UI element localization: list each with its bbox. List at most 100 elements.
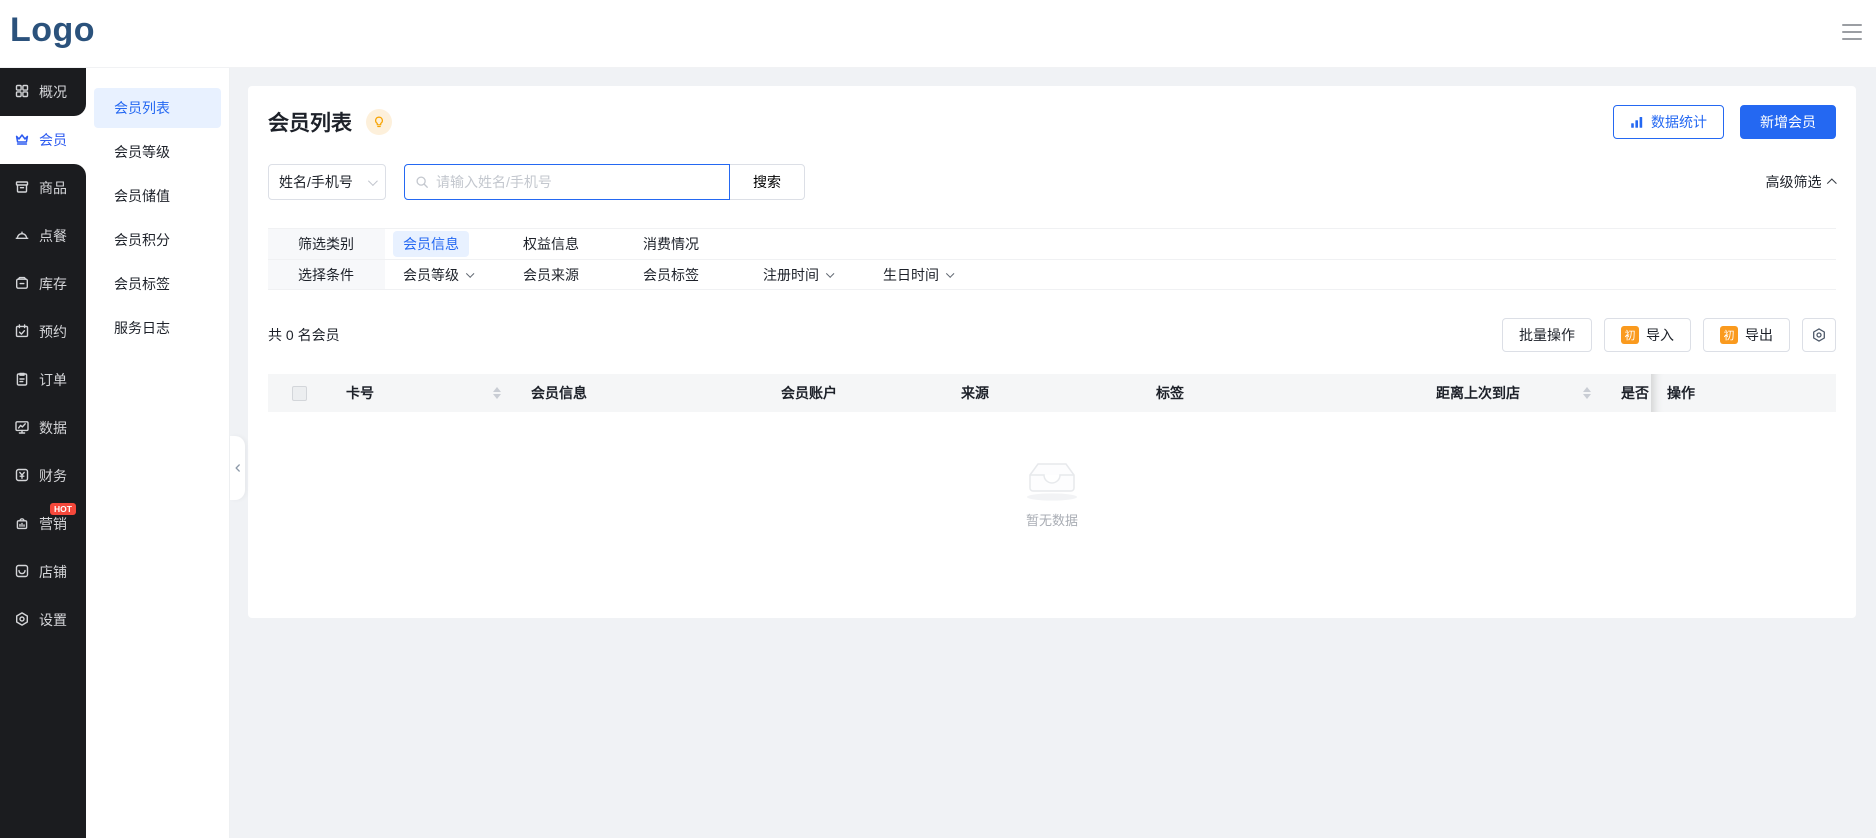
search-input-wrapper	[404, 164, 730, 200]
export-label: 导出	[1745, 325, 1773, 345]
column-truncated: 是否	[1605, 374, 1651, 412]
marketing-icon	[14, 515, 30, 534]
export-button[interactable]: 初 导出	[1703, 318, 1790, 352]
sidebar-item-members[interactable]: 会员	[0, 116, 86, 164]
sidebar-item-inventory[interactable]: 库存	[0, 260, 86, 308]
filter-panel: 筛选类别 会员信息 权益信息 消费情况 选择条件 会员等级 会员来源 会员标签 …	[268, 228, 1836, 290]
condition-member-level[interactable]: 会员等级	[403, 265, 523, 285]
condition-label: 注册时间	[763, 265, 819, 285]
chevron-down-icon	[946, 269, 954, 277]
column-label: 会员信息	[531, 383, 587, 403]
member-count: 共 0 名会员	[268, 325, 340, 345]
chevron-down-icon	[826, 269, 834, 277]
search-icon	[415, 175, 429, 189]
help-lightbulb-icon[interactable]	[366, 109, 392, 135]
sidebar-item-label: 预约	[39, 322, 67, 342]
sidebar-collapse-handle[interactable]	[230, 436, 245, 500]
column-card-number[interactable]: 卡号	[330, 374, 515, 412]
goods-icon	[14, 179, 30, 198]
batch-operation-button[interactable]: 批量操作	[1502, 318, 1592, 352]
shop-icon	[14, 563, 30, 582]
sidebar-item-label: 财务	[39, 466, 67, 486]
sidebar-item-label: 店铺	[39, 562, 67, 582]
condition-member-tag[interactable]: 会员标签	[643, 265, 763, 285]
column-member-info: 会员信息	[515, 374, 765, 412]
stats-button-label: 数据统计	[1651, 112, 1707, 132]
filter-condition-label: 选择条件	[268, 260, 385, 289]
filter-tab-member-info[interactable]: 会员信息	[403, 231, 523, 257]
chevron-down-icon	[466, 269, 474, 277]
data-statistics-button[interactable]: 数据统计	[1613, 105, 1724, 139]
filter-tab-consumption[interactable]: 消费情况	[643, 234, 763, 254]
submenu-member-list[interactable]: 会员列表	[94, 88, 221, 128]
sort-icon[interactable]	[493, 387, 501, 400]
empty-box-icon	[1021, 458, 1083, 502]
sidebar-item-label: 数据	[39, 418, 67, 438]
condition-label: 会员来源	[523, 265, 579, 285]
calendar-icon	[14, 323, 30, 342]
sidebar-item-goods[interactable]: 商品	[0, 164, 86, 212]
sidebar-item-settings[interactable]: 设置	[0, 596, 86, 644]
select-all-checkbox[interactable]	[292, 386, 307, 401]
sidebar-item-label: 库存	[39, 274, 67, 294]
submenu-member-tags[interactable]: 会员标签	[94, 264, 221, 304]
column-last-visit[interactable]: 距离上次到店	[1420, 374, 1605, 412]
filter-category-label: 筛选类别	[268, 229, 385, 259]
add-member-label: 新增会员	[1760, 112, 1816, 132]
column-label: 距离上次到店	[1436, 383, 1520, 403]
hot-badge: HOT	[50, 503, 76, 515]
condition-member-source[interactable]: 会员来源	[523, 265, 643, 285]
import-button[interactable]: 初 导入	[1604, 318, 1691, 352]
sidebar-item-ordering[interactable]: 点餐	[0, 212, 86, 260]
sidebar-item-overview[interactable]: 概况	[0, 68, 86, 116]
sidebar-item-label: 设置	[39, 610, 67, 630]
primary-sidebar: 概况 会员 商品 点餐 库存 预约	[0, 68, 86, 838]
sidebar-item-label: 商品	[39, 178, 67, 198]
sort-icon[interactable]	[1583, 387, 1591, 400]
filter-tab-label: 会员信息	[393, 231, 469, 257]
batch-label: 批量操作	[1519, 325, 1575, 345]
app-header: Logo	[0, 0, 1876, 68]
sidebar-item-marketing[interactable]: 营销 HOT	[0, 500, 86, 548]
new-feature-badge: 初	[1621, 326, 1639, 344]
main-area: 会员列表 数据统计 新增会员 姓名/手机号	[230, 68, 1876, 838]
import-label: 导入	[1646, 325, 1674, 345]
submenu-member-stored-value[interactable]: 会员储值	[94, 176, 221, 216]
dashboard-icon	[14, 83, 30, 102]
advanced-filter-toggle[interactable]: 高级筛选	[1766, 172, 1837, 192]
sidebar-item-orders[interactable]: 订单	[0, 356, 86, 404]
new-feature-badge: 初	[1720, 326, 1738, 344]
sidebar-item-label: 概况	[39, 82, 67, 102]
finance-icon	[14, 467, 30, 486]
search-button[interactable]: 搜索	[729, 164, 805, 200]
submenu-service-log[interactable]: 服务日志	[94, 308, 221, 348]
sidebar-item-label: 订单	[39, 370, 67, 390]
empty-state: 暂无数据	[268, 458, 1836, 529]
column-label: 来源	[961, 383, 989, 403]
submenu-member-level[interactable]: 会员等级	[94, 132, 221, 172]
sidebar-item-data[interactable]: 数据	[0, 404, 86, 452]
bar-chart-icon	[1630, 115, 1644, 129]
add-member-button[interactable]: 新增会员	[1740, 105, 1836, 139]
search-input[interactable]	[436, 174, 719, 190]
filter-tab-rights-info[interactable]: 权益信息	[523, 234, 643, 254]
search-field-value: 姓名/手机号	[279, 172, 353, 192]
sidebar-item-store[interactable]: 店铺	[0, 548, 86, 596]
page-title: 会员列表	[268, 107, 352, 137]
condition-birthday-time[interactable]: 生日时间	[883, 265, 1003, 285]
column-actions: 操作	[1651, 374, 1836, 412]
column-member-account: 会员账户	[765, 374, 945, 412]
order-icon	[14, 371, 30, 390]
sidebar-item-label: 会员	[39, 130, 67, 150]
search-field-select[interactable]: 姓名/手机号	[268, 164, 386, 200]
column-settings-button[interactable]	[1802, 318, 1836, 352]
sidebar-item-booking[interactable]: 预约	[0, 308, 86, 356]
condition-register-time[interactable]: 注册时间	[763, 265, 883, 285]
hamburger-menu-icon[interactable]	[1842, 24, 1862, 45]
advanced-filter-label: 高级筛选	[1766, 172, 1822, 192]
filter-tab-label: 消费情况	[643, 234, 699, 254]
table-header: 卡号 会员信息 会员账户 来源 标签 距离上次到店 是否 操作	[268, 374, 1836, 412]
submenu-member-points[interactable]: 会员积分	[94, 220, 221, 260]
sidebar-item-finance[interactable]: 财务	[0, 452, 86, 500]
filter-tab-label: 权益信息	[523, 234, 579, 254]
